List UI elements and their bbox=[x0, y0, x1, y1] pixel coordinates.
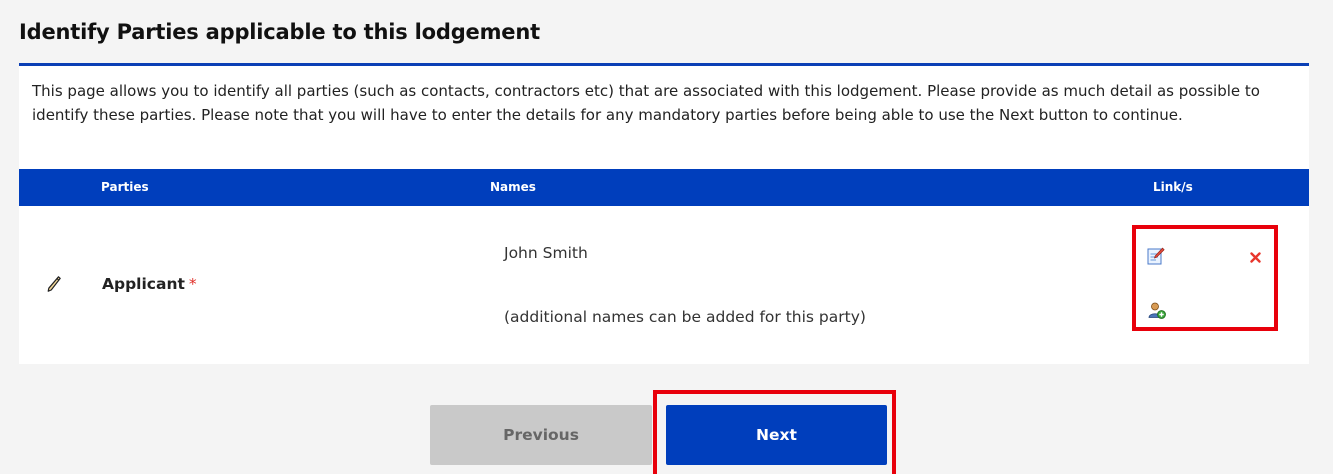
column-header-parties: Parties bbox=[101, 180, 149, 194]
party-label-text: Applicant bbox=[102, 275, 185, 293]
additional-names-hint: (additional names can be added for this … bbox=[504, 308, 866, 326]
delete-icon[interactable] bbox=[1250, 252, 1261, 263]
pencil-icon bbox=[47, 276, 61, 292]
add-person-icon[interactable] bbox=[1148, 302, 1166, 319]
table-header: Parties Names Link/s bbox=[19, 169, 1309, 206]
previous-button[interactable]: Previous bbox=[430, 405, 652, 465]
column-header-names: Names bbox=[490, 180, 536, 194]
party-name: Applicant * bbox=[102, 275, 197, 293]
column-header-links: Link/s bbox=[1153, 180, 1193, 194]
table-row: Applicant * John Smith (additional names … bbox=[19, 206, 1309, 364]
edit-record-icon[interactable] bbox=[1147, 247, 1165, 265]
next-button[interactable]: Next bbox=[666, 405, 887, 465]
page: Identify Parties applicable to this lodg… bbox=[0, 0, 1333, 474]
required-marker: * bbox=[188, 275, 197, 293]
party-member-name: John Smith bbox=[504, 244, 588, 262]
parties-panel: This page allows you to identify all par… bbox=[19, 66, 1309, 364]
page-title: Identify Parties applicable to this lodg… bbox=[19, 20, 540, 44]
intro-text: This page allows you to identify all par… bbox=[32, 82, 1260, 124]
